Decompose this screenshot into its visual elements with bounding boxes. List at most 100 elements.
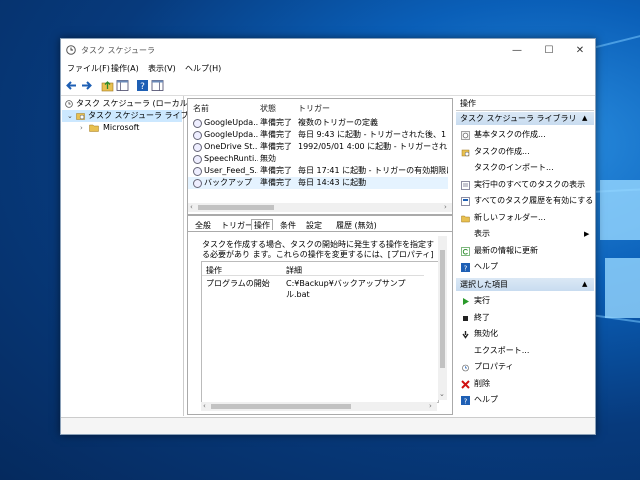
action-end[interactable]: 終了 [456, 310, 594, 326]
section-title: タスク スケジューラ ライブラリ [460, 114, 577, 123]
action-export[interactable]: エクスポート... [456, 343, 594, 359]
action-refresh[interactable]: 最新の情報に更新 [456, 243, 594, 259]
scroll-right-arrow-icon[interactable]: › [444, 203, 447, 211]
menu-view[interactable]: 表示(V) [148, 63, 176, 74]
title-bar: タスク スケジューラ — ☐ ✕ [61, 39, 595, 62]
minimize-button[interactable]: — [501, 39, 533, 62]
svg-text:?: ? [464, 265, 468, 273]
action-detail: C:¥Backup¥バックアップサンプル.bat [286, 279, 406, 299]
action-show-running-tasks[interactable]: 実行中のすべてのタスクの表示 [456, 177, 594, 193]
tree-item-library[interactable]: ⌄ タスク スケジューラ ライブラリ [62, 110, 205, 122]
task-detail-pane: 全般 トリガー 操作 条件 設定 履歴 (無効) タスクを作成する場合、タスクの… [187, 215, 453, 415]
svg-text:?: ? [140, 82, 145, 92]
create-basic-task-icon [461, 131, 470, 140]
status-bar [61, 417, 595, 434]
task-status: 準備完了 [260, 142, 292, 151]
action-label: タスクのインポート... [474, 163, 554, 172]
action-create-basic-task[interactable]: 基本タスクの作成... [456, 127, 594, 143]
table-row[interactable]: GoogleUpda... 準備完了 毎日 9:43 に起動 - トリガーされた… [188, 129, 448, 141]
actions-description: タスクを作成する場合、タスクの開始時に発生する操作を指定する必要があり ます。こ… [202, 240, 434, 259]
scrollbar-thumb[interactable] [440, 250, 445, 368]
task-status: 準備完了 [260, 118, 292, 127]
action-enable-task-history[interactable]: すべてのタスク履歴を有効にする [456, 193, 594, 209]
task-name: User_Feed_S... [204, 166, 258, 175]
action-import-task[interactable]: タスクのインポート... [456, 160, 594, 176]
action-label: ヘルプ [474, 262, 498, 271]
section-header-library[interactable]: タスク スケジューラ ライブラリ ▲ [456, 112, 594, 125]
action-label: プロパティ [474, 362, 514, 371]
tab-history[interactable]: 履歴 (無効) [336, 220, 377, 230]
scroll-left-arrow-icon[interactable]: ‹ [203, 402, 206, 410]
scroll-down-arrow-icon[interactable]: ⌄ [439, 390, 445, 398]
stop-icon [463, 316, 468, 321]
menu-bar: ファイル(F) 操作(A) 表示(V) ヘルプ(H) [61, 62, 595, 76]
scrollbar-thumb[interactable] [198, 205, 274, 210]
tab-actions[interactable]: 操作 [251, 219, 273, 230]
action-view[interactable]: 表示 ▶ [456, 226, 594, 242]
task-trigger: 1992/05/01 4:00 に起動 - トリガーされた後、1.0 [298, 142, 448, 151]
task-name: GoogleUpda... [204, 118, 258, 127]
tree-item-label: タスク スケジューラ (ローカル) [76, 99, 191, 108]
scroll-right-arrow-icon[interactable]: › [429, 402, 432, 410]
action-label: タスクの作成... [474, 147, 530, 156]
table-row[interactable]: プログラムの開始 C:¥Backup¥バックアップサンプル.bat [202, 278, 424, 299]
collapse-icon[interactable]: ▲ [582, 112, 587, 125]
back-arrow-icon[interactable] [65, 79, 78, 92]
table-row[interactable]: SpeechRunti... 無効 [188, 153, 448, 165]
list-horizontal-scrollbar[interactable]: ‹ › [188, 203, 452, 212]
task-trigger: 毎日 17:41 に起動 - トリガーの有効期限は 202 [298, 166, 448, 175]
action-help-selected[interactable]: ? ヘルプ [456, 392, 594, 408]
action-properties[interactable]: プロパティ [456, 359, 594, 375]
task-status: 無効 [260, 154, 276, 163]
table-row[interactable]: OneDrive St... 準備完了 1992/05/01 4:00 に起動 … [188, 141, 448, 153]
actions-table: 操作 詳細 プログラムの開始 C:¥Backup¥バックアップサンプル.bat [201, 261, 439, 403]
up-folder-icon[interactable] [101, 79, 114, 92]
action-help[interactable]: ? ヘルプ [456, 259, 594, 275]
clock-icon [66, 45, 76, 55]
menu-file[interactable]: ファイル(F) [67, 63, 110, 74]
maximize-button[interactable]: ☐ [533, 39, 565, 62]
new-folder-icon [461, 215, 470, 223]
column-header-name[interactable]: 名前 [193, 103, 209, 114]
close-button[interactable]: ✕ [564, 39, 596, 62]
section-header-selected-item[interactable]: 選択した項目 ▲ [456, 278, 594, 291]
task-list: 名前 状態 トリガー GoogleUpda... 準備完了 複数のトリガーの定義… [187, 98, 453, 215]
action-new-folder[interactable]: 新しいフォルダー... [456, 210, 594, 226]
table-row[interactable]: User_Feed_S... 準備完了 毎日 17:41 に起動 - トリガーの… [188, 165, 448, 177]
detail-horizontal-scrollbar[interactable]: ‹ › [201, 402, 437, 411]
help-icon[interactable]: ? [136, 79, 149, 92]
action-create-task[interactable]: タスクの作成... [456, 144, 594, 160]
task-clock-icon [193, 155, 202, 164]
menu-action[interactable]: 操作(A) [111, 63, 139, 74]
scrollbar-thumb[interactable] [211, 404, 351, 409]
table-row-selected[interactable]: バックアップ 準備完了 毎日 14:43 に起動 [188, 177, 448, 189]
action-label: エクスポート... [474, 346, 530, 355]
folder-icon [89, 124, 99, 132]
action-run[interactable]: 実行 [456, 293, 594, 309]
column-header-trigger[interactable]: トリガー [298, 103, 330, 114]
action-disable[interactable]: 無効化 [456, 326, 594, 342]
show-pane-icon[interactable] [151, 79, 164, 92]
column-header-status[interactable]: 状態 [260, 103, 276, 114]
show-hide-tree-icon[interactable] [116, 79, 129, 92]
properties-icon [462, 364, 469, 372]
tree-item-microsoft[interactable]: › Microsoft [62, 122, 182, 134]
scroll-left-arrow-icon[interactable]: ‹ [190, 203, 193, 211]
tab-general[interactable]: 全般 [195, 220, 211, 230]
detail-vertical-scrollbar[interactable]: ⌄ [438, 236, 447, 400]
tab-settings[interactable]: 設定 [306, 220, 322, 230]
collapse-icon[interactable]: ▲ [582, 278, 587, 291]
menu-help[interactable]: ヘルプ(H) [185, 63, 221, 74]
table-row[interactable]: GoogleUpda... 準備完了 複数のトリガーの定義 [188, 117, 448, 129]
forward-arrow-icon[interactable] [80, 79, 93, 92]
tab-triggers[interactable]: トリガー [221, 220, 253, 230]
action-label: 削除 [474, 379, 490, 388]
action-delete[interactable]: 削除 [456, 376, 594, 392]
task-trigger: 毎日 14:43 に起動 [298, 178, 367, 187]
task-trigger: 毎日 9:43 に起動 - トリガーされた後、1 日間 の [298, 130, 448, 139]
chevron-right-icon[interactable]: › [80, 122, 83, 134]
help-icon: ? [461, 263, 470, 272]
chevron-down-icon[interactable]: ⌄ [67, 110, 73, 122]
tree-item-root[interactable]: タスク スケジューラ (ローカル) [62, 98, 191, 110]
tab-conditions[interactable]: 条件 [280, 220, 296, 230]
